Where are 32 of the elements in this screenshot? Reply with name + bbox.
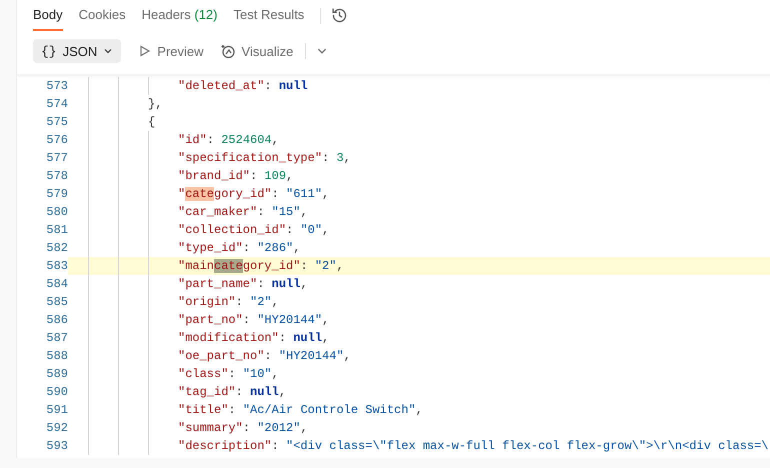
code-line: "category_id": "611", [178, 186, 330, 203]
code-line: "id": 2524604, [178, 132, 279, 149]
caret-icon [103, 46, 114, 56]
code-line: "class": "10", [178, 366, 279, 383]
response-tab[interactable]: Cookies [78, 0, 126, 31]
code-line: "oe_part_no": "HY20144", [178, 348, 351, 365]
code-line: "modification": null, [178, 330, 330, 347]
code-line: "title": "Ac/Air Controle Switch", [178, 402, 423, 419]
preview-button[interactable]: Preview [135, 44, 208, 58]
code-line: "specification_type": 3, [178, 150, 351, 167]
code-line: "description": "<div class=\"flex max-w-full flex-col flex-grow\">\r\n<div class=\ [178, 438, 769, 455]
code-line: }, [148, 96, 162, 113]
response-tab[interactable]: Test Results [234, 0, 304, 31]
chart-sparkle-icon [220, 43, 236, 59]
code-line: "tag_id": null, [178, 384, 286, 401]
response-tab[interactable]: Headers (12) [142, 0, 218, 31]
code-line: "car_maker": "15", [178, 204, 308, 221]
visualize-button[interactable]: Visualize [216, 43, 298, 59]
code-line: { [148, 114, 156, 131]
code-line: "maincategory_id": "2", [178, 258, 344, 275]
play-icon [139, 45, 152, 57]
code-line: "part_no": "HY20144", [178, 312, 330, 329]
line-number: 583 [17, 257, 68, 275]
response-tab[interactable]: Body [33, 0, 63, 31]
code-line: "collection_id": "0", [178, 222, 330, 239]
code-line: "type_id": "286", [178, 240, 300, 257]
format-dropdown[interactable]: {} JSON [33, 39, 122, 63]
code-line: "origin": "2", [178, 294, 279, 311]
code-line: "brand_id": 109, [178, 168, 294, 185]
code-line: "part_name": null, [178, 276, 308, 293]
code-line: "summary": "2012", [178, 420, 308, 437]
code-line: "deleted_at": null [178, 78, 308, 95]
